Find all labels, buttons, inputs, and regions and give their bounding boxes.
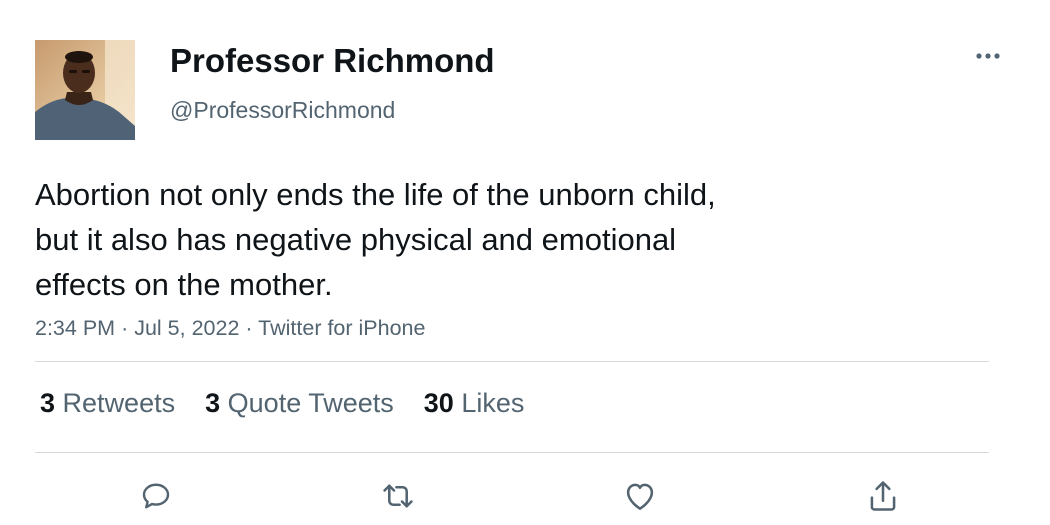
divider <box>35 452 989 453</box>
share-icon <box>870 481 896 511</box>
retweets-label: Retweets <box>62 388 176 418</box>
meta-separator: · <box>245 316 253 340</box>
share-button[interactable] <box>863 476 903 516</box>
reply-icon <box>142 483 170 509</box>
reply-button[interactable] <box>136 476 176 516</box>
tweet-text: Abortion not only ends the life of the u… <box>35 177 716 302</box>
like-button[interactable] <box>620 476 660 516</box>
engagement-stats: 3 Retweets 3 Quote Tweets 30 Likes <box>40 388 554 419</box>
likes-count: 30 <box>423 388 454 418</box>
more-options-icon[interactable] <box>974 44 1004 68</box>
display-name[interactable]: Professor Richmond <box>170 42 495 80</box>
handle[interactable]: @ProfessorRichmond <box>170 97 395 124</box>
retweets-stat[interactable]: 3 Retweets <box>40 388 175 419</box>
tweet-source[interactable]: Twitter for iPhone <box>258 316 425 340</box>
likes-label: Likes <box>461 388 525 418</box>
divider <box>35 361 989 362</box>
quote-tweets-count: 3 <box>205 388 221 418</box>
likes-stat[interactable]: 30 Likes <box>424 388 525 419</box>
retweet-button[interactable] <box>378 476 418 516</box>
retweet-icon <box>383 484 413 508</box>
tweet-time[interactable]: 2:34 PM <box>35 316 115 340</box>
quote-tweets-label: Quote Tweets <box>227 388 394 418</box>
retweets-count: 3 <box>40 388 56 418</box>
avatar[interactable] <box>35 40 135 140</box>
tweet-metadata: 2:34 PM · Jul 5, 2022 · Twitter for iPho… <box>35 316 425 341</box>
quote-tweets-stat[interactable]: 3 Quote Tweets <box>205 388 394 419</box>
tweet-date[interactable]: Jul 5, 2022 <box>134 316 239 340</box>
heart-icon <box>626 483 654 510</box>
meta-separator: · <box>121 316 129 340</box>
